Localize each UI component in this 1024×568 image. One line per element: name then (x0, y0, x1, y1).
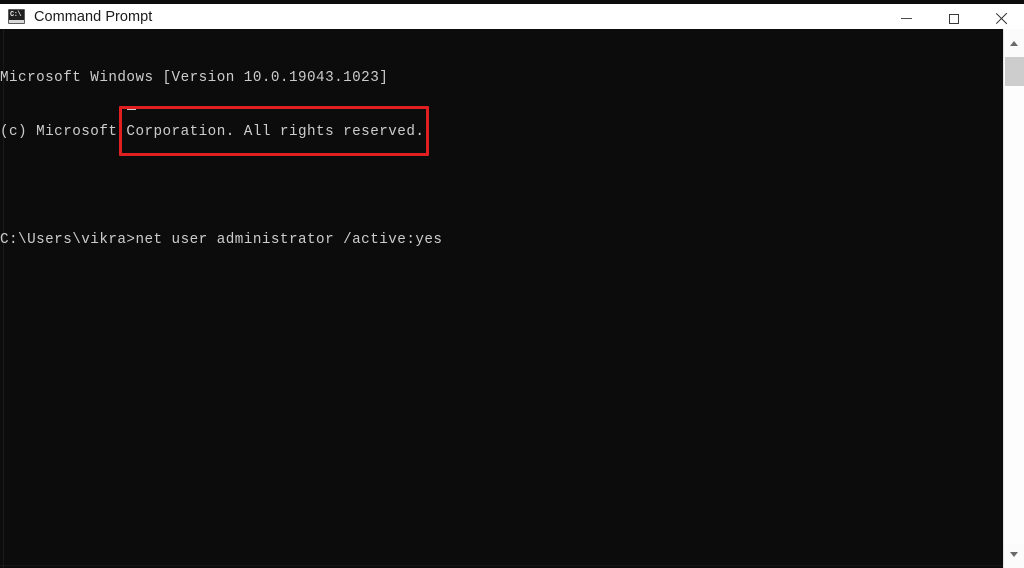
red-highlight-rectangle (119, 106, 429, 156)
minimize-icon (901, 18, 912, 19)
command-prompt-window: C:\ Command Prompt Microsoft Windows [Ve… (0, 0, 1024, 568)
console-command-line: C:\Users\vikra>net user administrator /a… (0, 232, 443, 248)
console-text-block: Microsoft Windows [Version 10.0.19043.10… (0, 33, 442, 285)
scrollbar-down-button[interactable] (1004, 544, 1024, 564)
close-icon (995, 13, 1007, 25)
command-prompt-icon-glyph: C:\ (10, 11, 22, 19)
chevron-down-icon (1010, 551, 1018, 557)
command-prompt-icon: C:\ (8, 9, 25, 24)
console-bottom-seam (0, 565, 1024, 566)
window-title: Command Prompt (34, 8, 153, 25)
scrollbar-track[interactable] (1005, 86, 1024, 564)
maximize-icon (948, 13, 959, 24)
vertical-scrollbar[interactable] (1003, 29, 1024, 568)
screenshot-root: C:\ Command Prompt Microsoft Windows [Ve… (0, 0, 1024, 568)
scrollbar-thumb[interactable] (1005, 57, 1024, 86)
command-prompt-icon-bar (9, 20, 24, 23)
scrollbar-up-button[interactable] (1004, 33, 1024, 53)
console-output-area[interactable]: Microsoft Windows [Version 10.0.19043.10… (0, 29, 1024, 568)
chevron-up-icon (1010, 40, 1018, 46)
title-bar[interactable]: C:\ Command Prompt (0, 4, 1024, 29)
console-line: Microsoft Windows [Version 10.0.19043.10… (0, 70, 389, 86)
